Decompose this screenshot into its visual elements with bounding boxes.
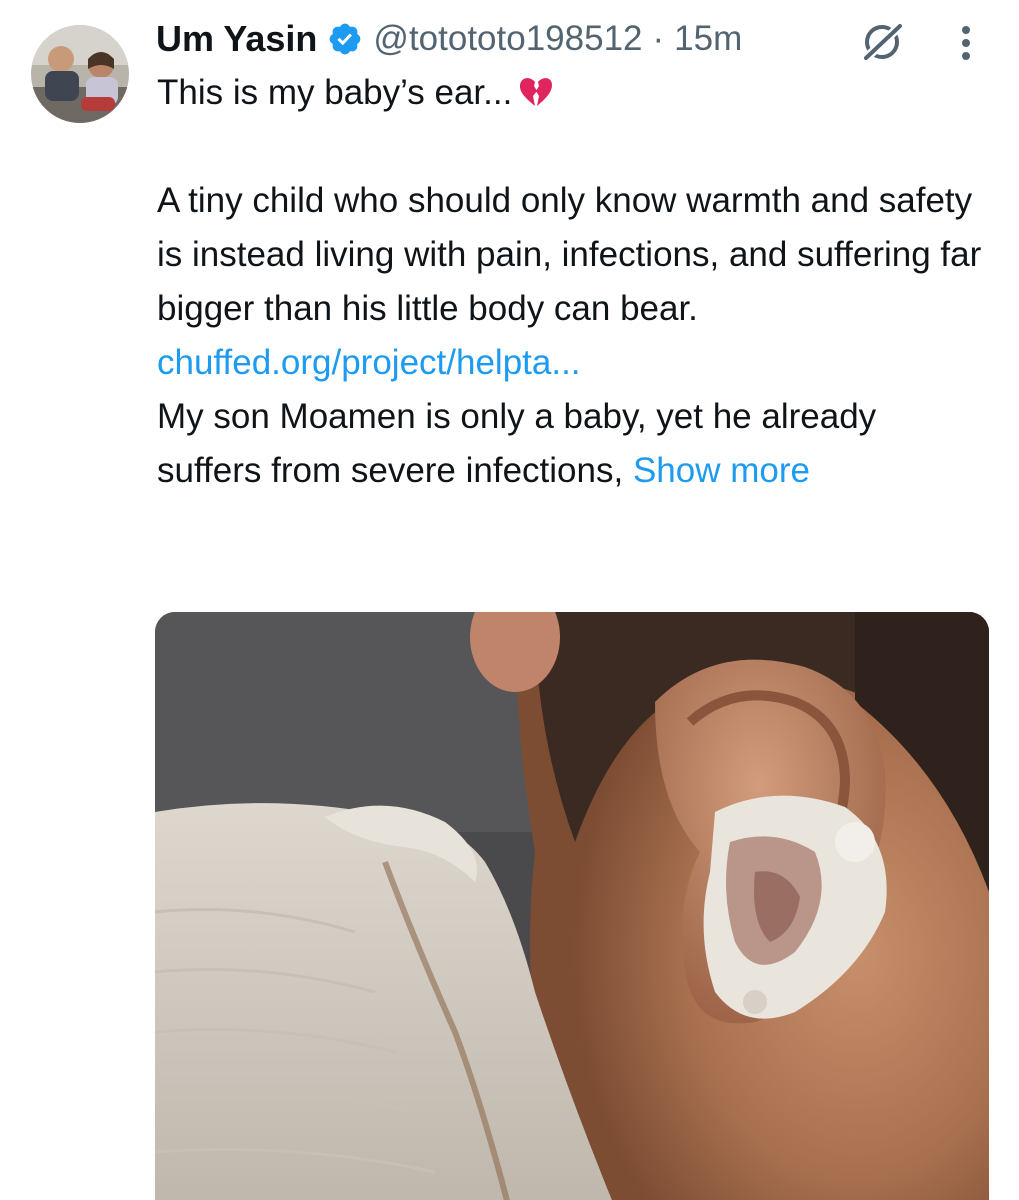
author-handle[interactable]: @totototo198512 xyxy=(373,19,642,59)
show-more-link[interactable]: Show more xyxy=(633,451,810,490)
author-display-name[interactable]: Um Yasin xyxy=(156,18,317,60)
grok-icon[interactable] xyxy=(858,18,908,66)
tweet-header: Um Yasin @totototo198512 · 15m xyxy=(156,13,742,65)
tweet-text: This is my baby’s ear... A tiny child wh… xyxy=(157,66,987,498)
tweet-media-photo[interactable] xyxy=(155,612,989,1200)
avatar-image xyxy=(31,25,129,123)
more-vertical-icon[interactable] xyxy=(955,24,977,62)
tweet-timestamp[interactable]: 15m xyxy=(674,19,742,59)
baby-ear-photo xyxy=(155,612,989,1200)
verified-badge-icon xyxy=(327,21,363,57)
broken-heart-icon xyxy=(518,72,554,108)
avatar[interactable] xyxy=(31,25,129,123)
tweet-paragraph-2: A tiny child who should only know warmth… xyxy=(157,181,982,328)
tweet-paragraph-3: My son Moamen is only a baby, yet he alr… xyxy=(157,390,987,498)
separator-dot: · xyxy=(652,19,665,58)
tweet-line-1: This is my baby’s ear... xyxy=(157,73,513,112)
tweet-first-line: This is my baby’s ear... xyxy=(157,66,987,120)
chuffed-link[interactable]: chuffed.org/project/helpta... xyxy=(157,343,581,382)
